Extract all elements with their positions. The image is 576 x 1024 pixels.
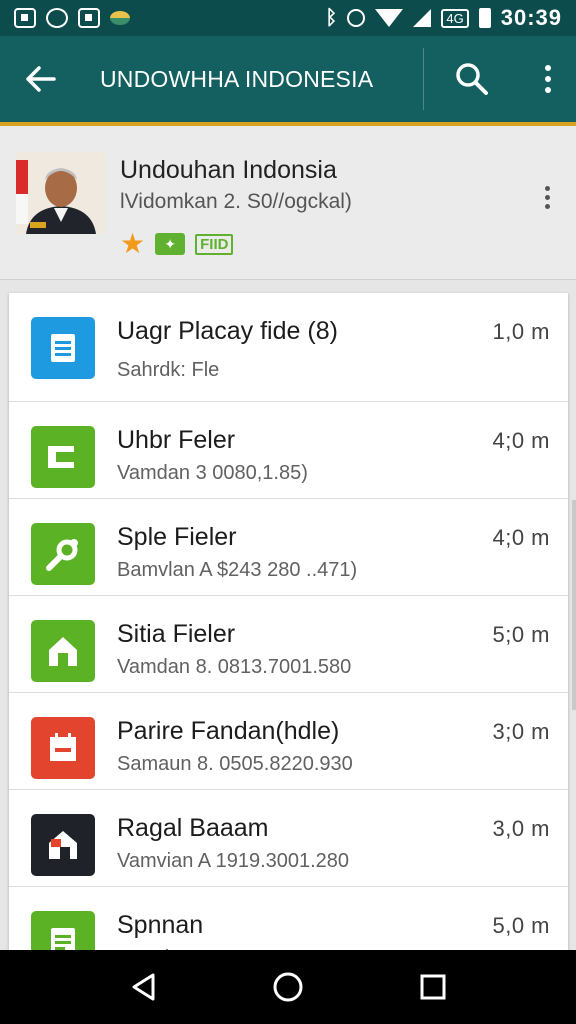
- overflow-menu-icon[interactable]: [520, 36, 576, 122]
- file-title: Parire Fandan(hdle): [117, 717, 340, 745]
- document-icon: [31, 317, 95, 379]
- profile-name: Undouhan Indonsia: [120, 156, 337, 184]
- badges: ★ ✦ FIID: [120, 228, 234, 259]
- scrollbar[interactable]: [572, 500, 576, 710]
- file-size: 5,0 m: [492, 913, 550, 938]
- status-bar: ᛒ 4G 30:39: [0, 0, 576, 36]
- list-item[interactable]: SpnnanSamdan 3 0012 2751 135,0 m: [9, 887, 568, 953]
- file-title: Ragal Baaam: [117, 814, 269, 842]
- list-item[interactable]: Uhbr Feler Vamdan 3 0080,1.85) 4;0 m: [9, 402, 568, 499]
- file-title: Uhbr Feler: [117, 426, 236, 454]
- notification-flag-icon: [110, 11, 130, 25]
- page-title: UNDOWHHA INDONESIA: [100, 65, 374, 92]
- folder-icon: [31, 426, 95, 488]
- bluetooth-icon: ᛒ: [325, 6, 338, 29]
- file-size: 5;0 m: [492, 622, 550, 647]
- notification-app-icon: [14, 8, 36, 28]
- file-subtitle: Vamvian A 1919.3001.280: [117, 850, 350, 872]
- file-size: 3;0 m: [492, 719, 550, 744]
- file-title: Sitia Fieler: [117, 620, 236, 648]
- profile-header: Undouhan Indonsia lVidomkan 2. S0//ogcka…: [0, 126, 576, 280]
- profile-subtitle: lVidomkan 2. S0//ogckal): [120, 190, 352, 213]
- file-size: 4;0 m: [492, 428, 550, 453]
- home-nav-icon[interactable]: [258, 957, 318, 1017]
- file-subtitle: Vamdan 8. 0813.7001.580: [117, 656, 352, 678]
- file-subtitle: Sahrdk: Fle: [117, 359, 220, 381]
- file-subtitle: Samaun 8. 0505.8220.930: [117, 753, 353, 775]
- file-size: 3,0 m: [492, 816, 550, 841]
- clock: 30:39: [500, 5, 562, 30]
- navigation-bar: [0, 950, 576, 1024]
- list-item[interactable]: Sple Fieler Bamvlan A $243 280 ..471) 4;0 …: [9, 499, 568, 596]
- building-icon: [31, 814, 95, 876]
- recents-nav-icon[interactable]: [403, 957, 463, 1017]
- signal-icon: [413, 9, 432, 27]
- home-icon: [31, 620, 95, 682]
- file-subtitle: Bamvlan A $243 280 ..471): [117, 559, 358, 581]
- battery-icon: [478, 8, 491, 28]
- text-badge: FIID: [195, 233, 234, 255]
- file-size: 1,0 m: [492, 319, 550, 344]
- network-type-badge: 4G: [441, 8, 469, 28]
- back-arrow-icon[interactable]: [0, 36, 82, 122]
- notification-settings-icon: [46, 8, 68, 28]
- avatar[interactable]: [16, 152, 106, 234]
- notes-icon: [31, 911, 95, 953]
- file-title: Sple Fieler: [117, 523, 237, 551]
- tool-icon: [31, 523, 95, 585]
- file-title: Spnnan: [117, 911, 204, 939]
- file-title: Uagr Placay fide (8): [117, 317, 338, 345]
- list-item[interactable]: Sitia Fieler Vamdan 8. 0813.7001.580 5;0 m: [9, 596, 568, 693]
- group-badge-icon: ✦: [155, 233, 186, 255]
- file-list: Uagr Placay fide (8) Sahrdk: Fle 1,0 m Uhbr…: [9, 293, 568, 953]
- star-icon: ★: [120, 228, 146, 259]
- list-item[interactable]: Uagr Placay fide (8) Sahrdk: Fle 1,0 m: [9, 293, 568, 402]
- wifi-icon: [375, 9, 404, 27]
- list-item[interactable]: Ragal Baaam Vamvian A 1919.3001.280 3,0 m: [9, 790, 568, 887]
- calendar-icon: [31, 717, 95, 779]
- profile-more-icon[interactable]: [545, 186, 550, 209]
- file-size: 4;0 m: [492, 525, 550, 550]
- search-icon[interactable]: [424, 36, 520, 122]
- file-subtitle: Vamdan 3 0080,1.85): [117, 462, 308, 484]
- location-icon: [347, 9, 366, 27]
- back-nav-icon[interactable]: [113, 957, 173, 1017]
- list-item[interactable]: Parire Fandan(hdle) Samaun 8. 0505.8220.9…: [9, 693, 568, 790]
- app-bar: UNDOWHHA INDONESIA: [0, 36, 576, 126]
- notification-message-icon: [78, 8, 100, 28]
